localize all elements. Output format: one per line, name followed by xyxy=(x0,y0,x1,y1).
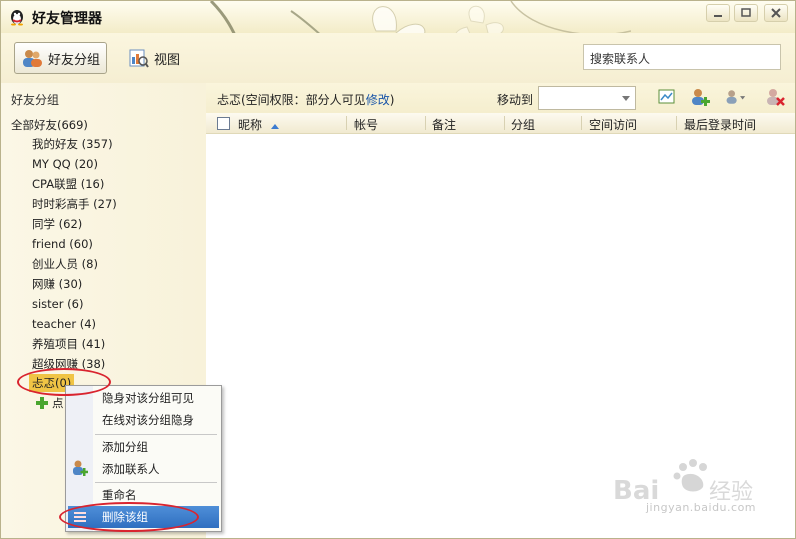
column-remark[interactable]: 备注 xyxy=(432,116,456,133)
menu-item-invisible-visible[interactable]: 隐身对该分组可见 xyxy=(102,388,194,408)
chevron-down-icon xyxy=(622,96,630,101)
tree-item-all-friends[interactable]: 全部好友(669) xyxy=(11,117,88,133)
window-title: 好友管理器 xyxy=(32,11,102,27)
menu-item-add-contact[interactable]: 添加联系人 xyxy=(102,459,160,479)
delete-friend-icon[interactable] xyxy=(764,87,786,107)
maximize-button[interactable] xyxy=(734,4,758,22)
tree-item-group[interactable]: MY QQ (20) xyxy=(32,155,98,173)
edit-permission-link[interactable]: 修改 xyxy=(366,93,390,107)
send-message-icon[interactable] xyxy=(656,87,678,107)
qq-penguin-icon xyxy=(11,10,23,26)
column-last-login[interactable]: 最后登录时间 xyxy=(684,116,756,133)
friend-manager-window: 好友管理器 好友分组 视图 搜索联系人 好友分组 全部好友(669) 我的好友 … xyxy=(0,0,796,539)
friends-icon xyxy=(23,50,42,67)
column-separator xyxy=(581,116,582,130)
close-button[interactable] xyxy=(764,4,788,22)
plus-icon xyxy=(36,397,48,409)
tree-item-group[interactable]: CPA联盟 (16) xyxy=(32,175,104,193)
toolbar: 好友分组 视图 搜索联系人 xyxy=(1,33,795,83)
view-button[interactable]: 视图 xyxy=(121,42,186,74)
menu-item-online-hidden[interactable]: 在线对该分组隐身 xyxy=(102,410,194,430)
sidebar-header: 好友分组 xyxy=(11,93,60,107)
add-group-item[interactable]: 点 xyxy=(35,395,64,411)
column-separator xyxy=(676,116,677,130)
friend-groups-button[interactable]: 好友分组 xyxy=(14,42,108,74)
group-permission-info: 忐忑(空间权限：部分人可见修改) xyxy=(217,93,395,107)
move-to-label: 移动到 xyxy=(497,93,534,107)
menu-item-add-group[interactable]: 添加分组 xyxy=(102,437,148,457)
view-icon xyxy=(129,49,149,68)
menu-separator xyxy=(95,434,217,435)
column-nickname[interactable]: 昵称 xyxy=(238,116,279,133)
maximize-icon xyxy=(741,8,751,17)
tree-item-group[interactable]: 我的好友 (357) xyxy=(32,135,113,153)
friend-groups-label: 好友分组 xyxy=(48,52,101,68)
tree-item-group[interactable]: 同学 (62) xyxy=(32,215,82,233)
tree-item-group[interactable]: 网赚 (30) xyxy=(32,275,82,293)
contact-options-icon[interactable] xyxy=(724,87,746,107)
add-friend-icon[interactable] xyxy=(689,87,711,107)
column-separator xyxy=(425,116,426,130)
minimize-icon xyxy=(714,15,722,17)
add-contact-icon xyxy=(73,460,88,476)
group-info-bar: 忐忑(空间权限：部分人可见修改) 移动到 xyxy=(206,83,795,113)
menu-separator xyxy=(95,482,217,483)
annotation-circle-group xyxy=(17,368,111,396)
title-bar[interactable]: 好友管理器 xyxy=(1,1,795,93)
tree-item-group[interactable]: friend (60) xyxy=(32,235,93,253)
column-separator xyxy=(346,116,347,130)
annotation-circle-delete xyxy=(59,502,199,532)
column-group[interactable]: 分组 xyxy=(511,116,535,133)
column-account[interactable]: 帐号 xyxy=(354,116,378,133)
tree-item-group[interactable]: sister (6) xyxy=(32,295,83,313)
tree-item-group[interactable]: 时时彩高手 (27) xyxy=(32,195,117,213)
column-space-visits[interactable]: 空间访问 xyxy=(589,116,637,133)
move-to-select[interactable] xyxy=(538,86,636,110)
tree-item-group[interactable]: 养殖项目 (41) xyxy=(32,335,105,353)
search-input[interactable]: 搜索联系人 xyxy=(583,44,781,70)
minimize-button[interactable] xyxy=(706,4,730,22)
view-label: 视图 xyxy=(154,52,181,68)
friend-list-header: 昵称 帐号 备注 分组 空间访问 最后登录时间 xyxy=(206,113,795,134)
column-separator xyxy=(504,116,505,130)
watermark-url: jingyan.baidu.com xyxy=(646,501,757,514)
select-all-checkbox[interactable] xyxy=(217,117,230,130)
close-icon xyxy=(771,8,781,18)
add-group-label: 点 xyxy=(52,396,64,410)
tree-item-group[interactable]: 创业人员 (8) xyxy=(32,255,98,273)
sort-ascending-icon xyxy=(270,124,279,129)
tree-item-group[interactable]: teacher (4) xyxy=(32,315,96,333)
